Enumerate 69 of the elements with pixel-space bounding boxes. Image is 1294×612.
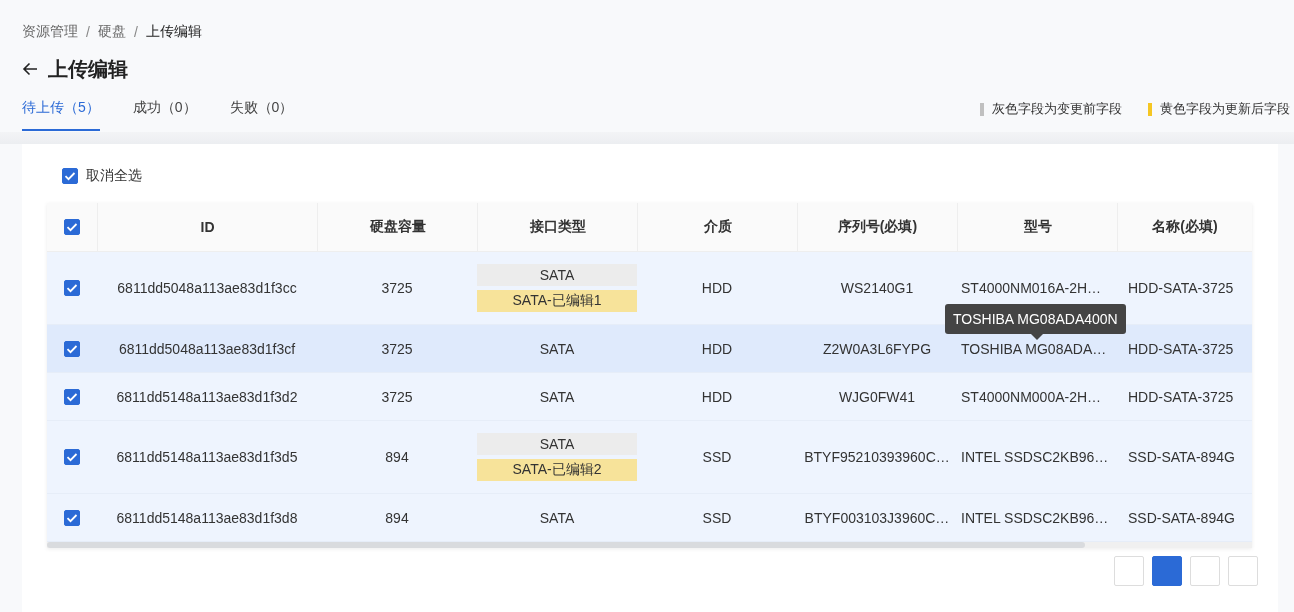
table-cell: 6811dd5148a113ae83d1f3d5	[116, 449, 298, 465]
table-cell: WS2140G1	[840, 280, 914, 296]
breadcrumb-separator: /	[86, 24, 90, 40]
breadcrumb-item: 上传编辑	[145, 23, 202, 41]
table-cell: WJG0FW41	[838, 388, 916, 405]
legend-label: 黄色字段为更新后字段	[1160, 100, 1290, 118]
breadcrumb-separator: /	[133, 24, 138, 40]
tooltip: TOSHIBA MG08ADA400N	[945, 304, 1126, 334]
column-header: 名称(必填)	[1117, 203, 1252, 251]
checkbox[interactable]	[64, 449, 80, 465]
column-header: 型号	[957, 203, 1117, 251]
table-cell: 6811dd5048a113ae83d1f3cf	[118, 340, 296, 357]
table-cell: Z2W0A3L6FYPG	[822, 340, 932, 357]
column-header: 序列号(必填)	[797, 203, 957, 251]
table-cell: SSD-SATA-894G	[1128, 509, 1235, 526]
checkbox[interactable]	[64, 280, 80, 296]
table-row[interactable]: 6811dd5148a113ae83d1f3d8 894 SATA SSD BTYF003103J3960C… INTEL SSDSC2KB96… SSD-SATA-894G	[47, 494, 1252, 542]
new-value-tag: SATA-已编辑1	[477, 290, 637, 312]
tab[interactable]: 成功（0）	[132, 94, 197, 131]
page-title: 上传编辑	[48, 56, 128, 82]
table-cell: 6811dd5148a113ae83d1f3d2	[116, 388, 298, 405]
table-cell: SSD	[702, 449, 732, 465]
table-cell: SATA	[539, 388, 575, 405]
old-value-tag: SATA	[477, 264, 637, 286]
column-header: 介质	[637, 203, 797, 251]
table-cell: INTEL SSDSC2KB96…	[961, 509, 1109, 526]
checkbox[interactable]	[64, 509, 80, 526]
table-cell: BTYF95210393960C…	[804, 449, 950, 465]
old-value-tag: SATA	[477, 433, 637, 455]
table-cell: 3725	[381, 280, 413, 296]
checkbox[interactable]	[64, 388, 80, 405]
checkbox[interactable]	[64, 219, 80, 235]
table-cell: BTYF003103J3960C…	[804, 509, 950, 526]
back-arrow-icon[interactable]	[22, 62, 38, 76]
checkbox[interactable]	[64, 340, 80, 357]
table-cell: HDD-SATA-3725	[1128, 340, 1234, 357]
legend-label: 灰色字段为变更前字段	[992, 100, 1122, 118]
scrollbar-thumb[interactable]	[47, 542, 1085, 548]
table-cell: 894	[385, 509, 409, 526]
select-all-label[interactable]: 取消全选	[86, 167, 142, 185]
table-cell: SSD-SATA-894G	[1128, 449, 1235, 465]
table-cell: INTEL SSDSC2KB96…	[961, 449, 1109, 465]
column-header: ID	[97, 203, 317, 251]
breadcrumb-item[interactable]: 资源管理	[22, 23, 78, 41]
table-cell: SSD	[702, 509, 732, 526]
table-cell: HDD	[701, 340, 733, 357]
tab[interactable]: 失败（0）	[229, 94, 294, 131]
table-cell: 6811dd5148a113ae83d1f3d8	[116, 509, 298, 526]
new-value-tag: SATA-已编辑2	[477, 459, 637, 481]
checkbox[interactable]	[62, 168, 78, 184]
column-header: 接口类型	[477, 203, 637, 251]
table-cell: HDD	[701, 388, 733, 405]
table-cell: SATA	[539, 340, 575, 357]
table-cell: 3725	[381, 340, 413, 357]
table-cell: HDD-SATA-3725	[1128, 280, 1234, 296]
table-cell: SATA	[539, 509, 575, 526]
breadcrumb-item[interactable]: 硬盘	[97, 23, 126, 41]
table-cell: HDD-SATA-3725	[1128, 388, 1234, 405]
table-row[interactable]: 6811dd5148a113ae83d1f3d2 3725 SATA HDD WJG0FW41 ST4000NM000A-2H… HDD-SATA-3725	[47, 373, 1252, 421]
table-cell: ST4000NM000A-2H…	[961, 388, 1102, 405]
column-header: 硬盘容量	[317, 203, 477, 251]
table-cell: HDD	[701, 280, 733, 296]
table-cell: 894	[385, 449, 409, 465]
table-cell: 6811dd5048a113ae83d1f3cc	[117, 280, 297, 296]
table-row[interactable]: 6811dd5148a113ae83d1f3d5 894 SATA SATA-已编辑2 SSD BTYF95210393960C… INTEL SSDSC2KB96… SSD-SATA-894G	[47, 421, 1252, 494]
table-cell: TOSHIBA MG08ADA…	[961, 340, 1107, 357]
table-cell: 3725	[381, 388, 413, 405]
tooltip-arrow	[1031, 334, 1043, 340]
table-cell: ST4000NM016A-2H…	[961, 280, 1102, 296]
